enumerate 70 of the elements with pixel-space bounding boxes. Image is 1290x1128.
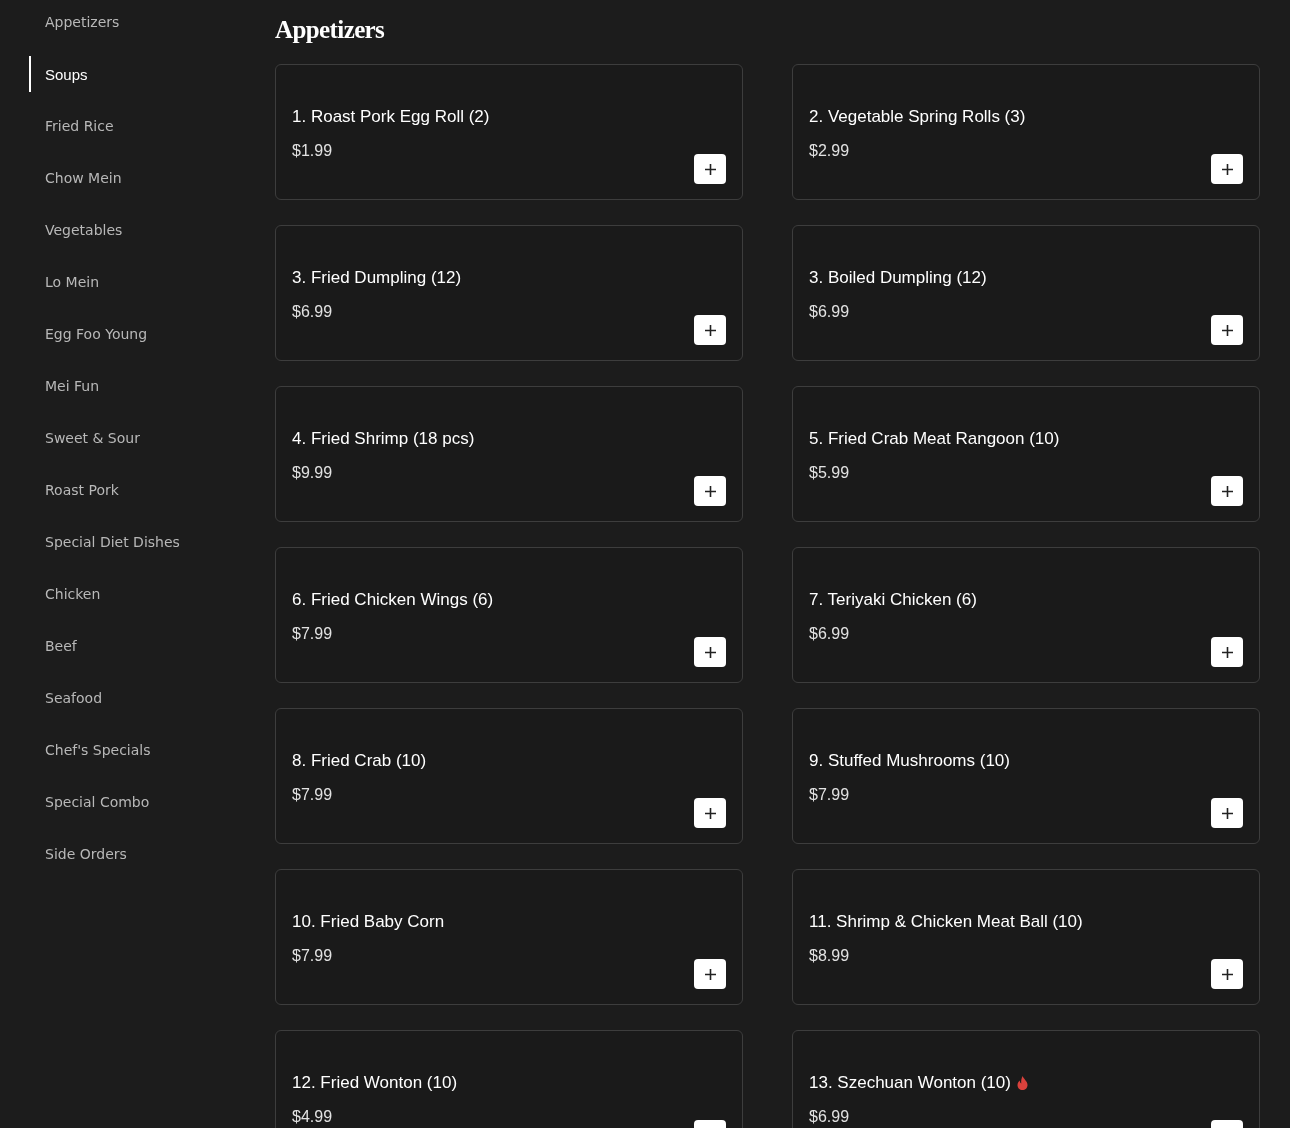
item-name: 5. Fried Crab Meat Rangoon (10)	[809, 429, 1060, 449]
item-name: 3. Boiled Dumpling (12)	[809, 268, 987, 288]
item-price: $7.99	[292, 946, 334, 966]
category-link[interactable]: Egg Foo Young	[29, 316, 148, 352]
item-price: $4.99	[292, 1107, 334, 1127]
item-name: 9. Stuffed Mushrooms (10)	[809, 751, 1010, 771]
item-name: 2. Vegetable Spring Rolls (3)	[809, 107, 1026, 127]
item-price: $7.99	[292, 785, 334, 805]
category-link[interactable]: Soups	[29, 56, 88, 92]
plus-icon	[704, 807, 716, 819]
section-heading: Appetizers	[275, 15, 385, 45]
plus-icon	[704, 968, 716, 980]
plus-icon	[1221, 968, 1233, 980]
category-link[interactable]: Appetizers	[29, 4, 120, 40]
add-button[interactable]	[1211, 476, 1243, 506]
category-link[interactable]: Chicken	[29, 576, 101, 612]
plus-icon	[1221, 324, 1233, 336]
item-name: 3. Fried Dumpling (12)	[292, 268, 462, 288]
category-link[interactable]: Roast Pork	[29, 472, 119, 508]
category-link[interactable]: Seafood	[29, 680, 103, 716]
item-name: 7. Teriyaki Chicken (6)	[809, 590, 977, 610]
plus-icon	[704, 646, 716, 658]
item-price: $6.99	[292, 302, 334, 322]
item-price: $7.99	[292, 624, 334, 644]
add-button[interactable]	[1211, 637, 1243, 667]
add-button[interactable]	[694, 315, 726, 345]
category-link[interactable]: Side Orders	[29, 836, 127, 872]
item-price: $1.99	[292, 141, 334, 161]
category-link[interactable]: Special Diet Dishes	[29, 524, 180, 560]
plus-icon	[1221, 163, 1233, 175]
add-button[interactable]	[694, 154, 726, 184]
plus-icon	[1221, 485, 1233, 497]
item-price: $9.99	[292, 463, 334, 483]
add-button[interactable]	[694, 476, 726, 506]
item-name: 10. Fried Baby Corn	[292, 912, 445, 932]
item-price: $6.99	[809, 624, 851, 644]
category-link[interactable]: Chef's Specials	[29, 732, 151, 768]
category-link[interactable]: Sweet & Sour	[29, 420, 140, 456]
plus-icon	[1221, 646, 1233, 658]
category-link[interactable]: Beef	[29, 628, 77, 664]
category-link[interactable]: Chow Mein	[29, 160, 122, 196]
category-link[interactable]: Mei Fun	[29, 368, 100, 404]
plus-icon	[704, 485, 716, 497]
item-name: 13. Szechuan Wonton (10)	[809, 1073, 1011, 1093]
item-price: $6.99	[809, 302, 851, 322]
add-button[interactable]	[1211, 959, 1243, 989]
add-button[interactable]	[694, 959, 726, 989]
item-name: 6. Fried Chicken Wings (6)	[292, 590, 494, 610]
item-name: 1. Roast Pork Egg Roll (2)	[292, 107, 490, 127]
category-link[interactable]: Lo Mein	[29, 264, 100, 300]
item-name: 8. Fried Crab (10)	[292, 751, 427, 771]
item-price: $2.99	[809, 141, 851, 161]
category-link[interactable]: Special Combo	[29, 784, 150, 820]
add-button[interactable]	[1211, 315, 1243, 345]
plus-icon	[1221, 807, 1233, 819]
item-price: $8.99	[809, 946, 851, 966]
add-button[interactable]	[694, 637, 726, 667]
item-name: 12. Fried Wonton (10)	[292, 1073, 458, 1093]
add-button[interactable]	[1211, 154, 1243, 184]
item-name: 11. Shrimp & Chicken Meat Ball (10)	[809, 912, 1083, 932]
item-price: $5.99	[809, 463, 851, 483]
category-link[interactable]: Vegetables	[29, 212, 123, 248]
plus-icon	[704, 163, 716, 175]
add-button[interactable]	[694, 798, 726, 828]
item-price: $6.99	[809, 1107, 851, 1127]
item-price: $7.99	[809, 785, 851, 805]
category-link[interactable]: Fried Rice	[29, 108, 114, 144]
item-name: 4. Fried Shrimp (18 pcs)	[292, 429, 475, 449]
plus-icon	[704, 324, 716, 336]
add-button[interactable]	[1211, 798, 1243, 828]
